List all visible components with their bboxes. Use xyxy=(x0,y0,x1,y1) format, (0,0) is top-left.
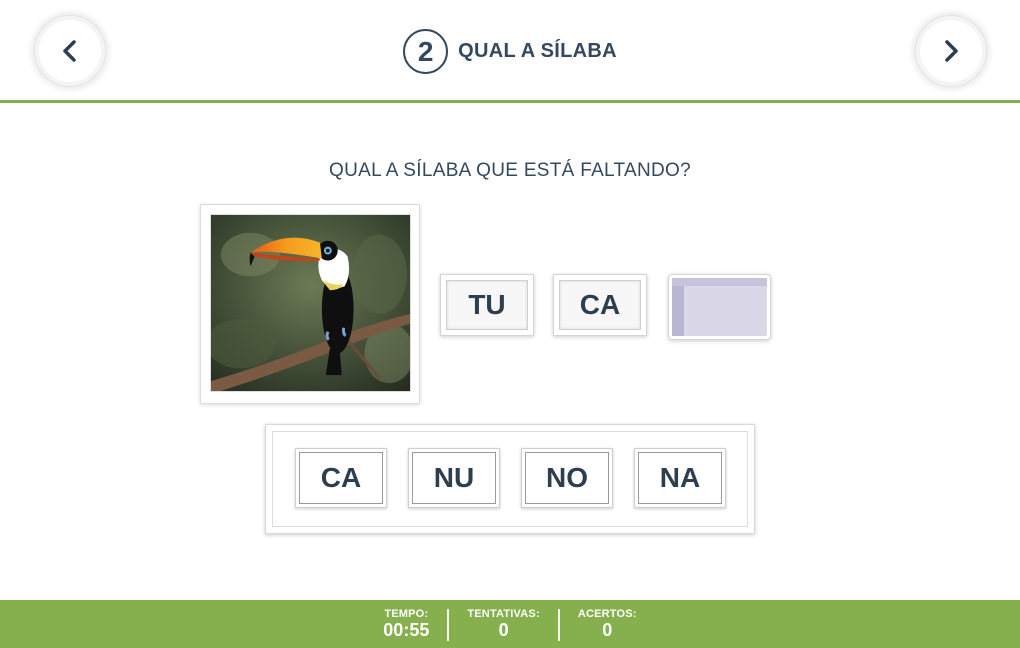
hits-label: ACERTOS: xyxy=(577,608,637,620)
option-button[interactable]: NU xyxy=(408,448,500,508)
time-stat: TEMPO: 00:55 xyxy=(365,600,447,648)
option-label: CA xyxy=(299,452,383,504)
drop-target[interactable] xyxy=(672,278,767,336)
syllable-text: TU xyxy=(446,280,528,330)
toucan-image xyxy=(210,214,411,392)
next-button[interactable] xyxy=(915,15,987,87)
syllable-tile: TU xyxy=(440,274,534,336)
attempts-value: 0 xyxy=(498,620,509,640)
attempts-stat: TENTATIVAS: 0 xyxy=(449,600,557,648)
page-title: 2 QUAL A SÍLABA xyxy=(0,29,1020,74)
attempts-label: TENTATIVAS: xyxy=(467,608,540,620)
time-label: TEMPO: xyxy=(384,608,429,620)
option-label: NO xyxy=(525,452,609,504)
divider xyxy=(447,609,450,641)
time-value: 00:55 xyxy=(383,620,430,640)
option-button[interactable]: CA xyxy=(295,448,387,508)
syllable-tile: CA xyxy=(553,274,647,336)
option-label: NA xyxy=(638,452,722,504)
question-text: QUAL A SÍLABA QUE ESTÁ FALTANDO? xyxy=(329,160,691,181)
option-label: NU xyxy=(412,452,496,504)
divider xyxy=(557,609,560,641)
missing-syllable-slot[interactable] xyxy=(668,274,771,340)
header-bar: 2 QUAL A SÍLABA xyxy=(0,0,1020,103)
hits-value: 0 xyxy=(602,620,613,640)
activity-title: QUAL A SÍLABA xyxy=(458,40,617,62)
chevron-right-icon xyxy=(945,40,958,62)
syllable-text: CA xyxy=(559,280,641,330)
step-number-badge: 2 xyxy=(403,29,449,74)
option-button[interactable]: NO xyxy=(521,448,613,508)
status-bar: TEMPO: 00:55 TENTATIVAS: 0 ACERTOS: 0 xyxy=(0,600,1020,648)
picture-card xyxy=(200,204,420,404)
hits-stat: ACERTOS: 0 xyxy=(560,600,655,648)
option-button[interactable]: NA xyxy=(634,448,726,508)
